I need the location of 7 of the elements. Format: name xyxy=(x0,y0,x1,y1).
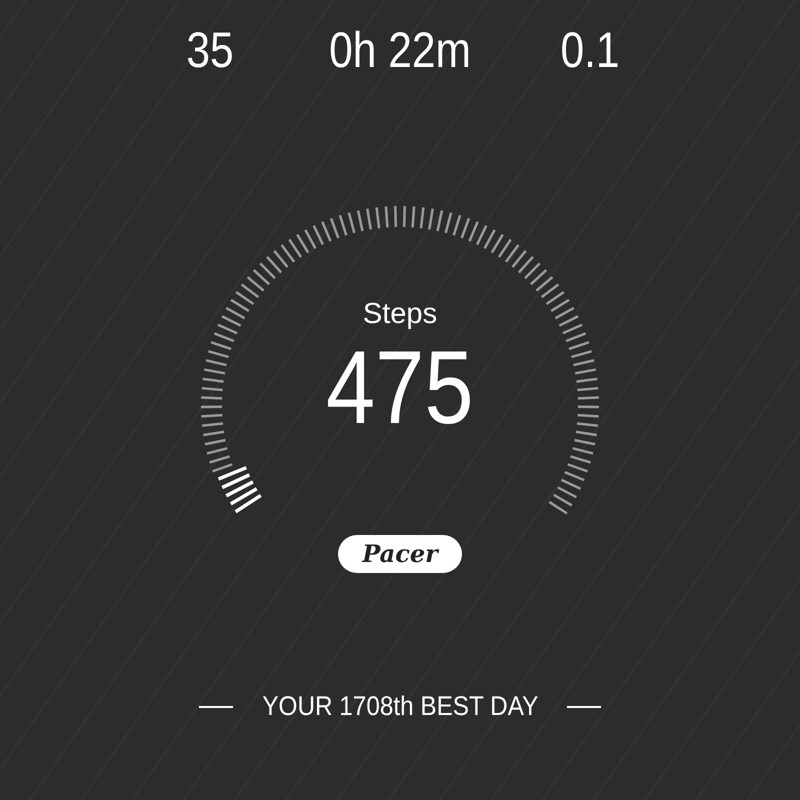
steps-count: 475 xyxy=(326,333,474,443)
stat-value: 0.1 xyxy=(559,22,621,80)
stat-value: 35 xyxy=(185,22,235,80)
stat-value: 0h 22m xyxy=(328,22,472,80)
steps-label: Steps xyxy=(362,297,438,331)
best-day-text: YOUR 1708th BEST DAY xyxy=(262,691,538,722)
pacer-logo: Pacer xyxy=(338,535,462,573)
